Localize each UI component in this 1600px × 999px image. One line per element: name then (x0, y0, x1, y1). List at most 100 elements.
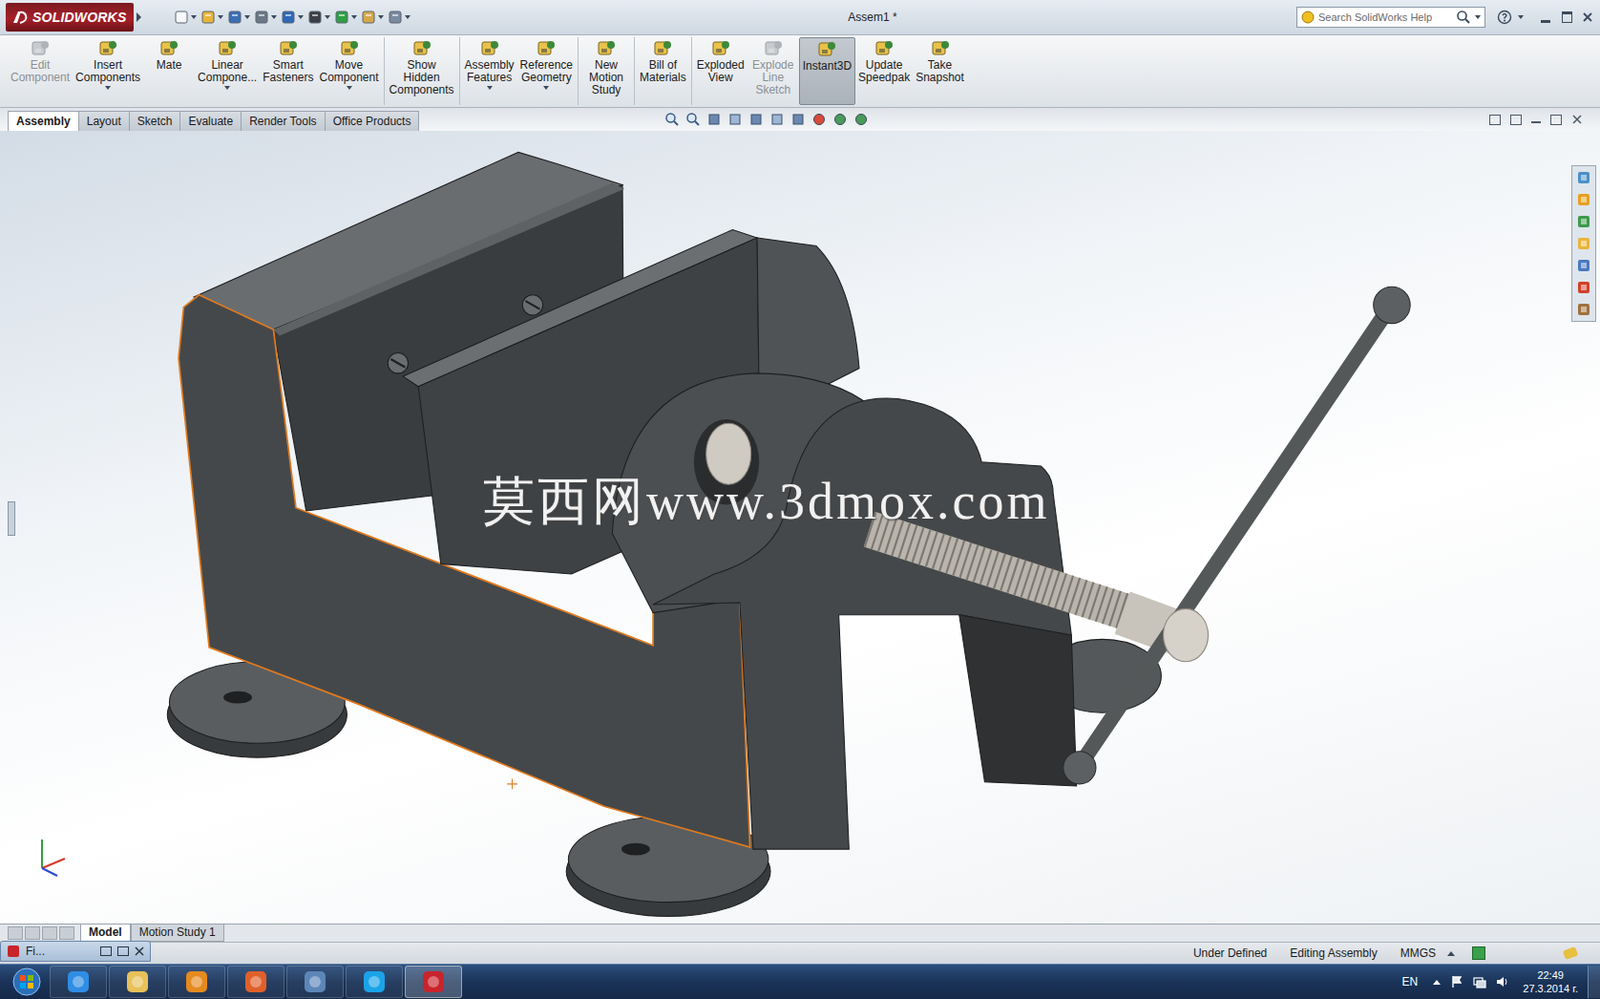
network-icon[interactable] (1473, 974, 1487, 989)
tab-scroll-button[interactable] (7, 926, 23, 940)
task-pane-tab[interactable] (1574, 211, 1594, 232)
tile-button[interactable] (1510, 114, 1522, 126)
quick-access-button[interactable] (253, 9, 277, 25)
language-indicator[interactable]: EN (1402, 974, 1419, 989)
ribbon-button[interactable]: ExplodedView (694, 37, 748, 106)
dropdown-caret[interactable] (217, 15, 224, 20)
task-pane-tab[interactable] (1574, 255, 1594, 275)
tab-scroll-button[interactable] (42, 926, 58, 940)
close-button[interactable] (1578, 8, 1597, 26)
command-tab[interactable]: Layout (78, 110, 130, 131)
ribbon-button[interactable]: ExplodeLineSketch (747, 37, 800, 106)
help-caret[interactable] (1517, 15, 1524, 20)
dropdown-caret[interactable] (346, 85, 353, 90)
zoom-area-icon[interactable] (685, 111, 701, 127)
handle-knob[interactable] (1373, 286, 1411, 323)
dropdown-caret[interactable] (324, 15, 331, 20)
show-hidden-icons[interactable] (1432, 979, 1441, 985)
handle-bar[interactable] (1079, 307, 1390, 766)
taskbar-button[interactable] (108, 965, 167, 998)
document-close-icon[interactable] (1571, 113, 1583, 126)
document-restore-button[interactable] (1550, 114, 1562, 126)
restore-button[interactable] (100, 946, 112, 956)
ribbon-button[interactable]: Instant3D (799, 37, 856, 106)
tab-scroll-button[interactable] (59, 926, 75, 940)
graphics-area[interactable]: 莫西网www.3dmox.com (0, 130, 1600, 924)
action-center-flag-icon[interactable] (1450, 974, 1464, 989)
ribbon-button[interactable]: EditComponent (7, 37, 73, 106)
help-search-field[interactable]: Search SolidWorks Help (1296, 6, 1486, 28)
clock[interactable]: 22:4927.3.2014 г. (1522, 968, 1579, 995)
task-pane-tab[interactable] (1574, 299, 1594, 319)
screw-head[interactable] (522, 294, 543, 316)
quick-tips-icon[interactable] (1472, 946, 1486, 960)
taskbar-button[interactable] (404, 965, 463, 998)
display-style-icon[interactable] (769, 111, 785, 127)
taskbar-button[interactable] (168, 965, 226, 998)
quick-access-button[interactable] (227, 9, 251, 25)
quick-access-button[interactable] (173, 9, 197, 25)
start-button[interactable] (5, 967, 48, 996)
restore-button[interactable] (1557, 8, 1576, 26)
ribbon-button[interactable]: NewMotionStudy (580, 37, 632, 106)
ribbon-button[interactable]: ShowHiddenComponents (386, 37, 458, 106)
search-caret[interactable] (1474, 15, 1481, 20)
taskbar-button[interactable] (345, 965, 403, 998)
panel-toggle[interactable] (7, 501, 16, 536)
close-icon[interactable] (134, 946, 145, 956)
rebuild-status-icon[interactable] (1562, 946, 1579, 960)
model-tab[interactable]: Model (80, 924, 131, 942)
view-settings-icon[interactable] (853, 111, 869, 127)
solidworks-logo[interactable]: SOLIDWORKS (5, 2, 134, 32)
dropdown-caret[interactable] (224, 85, 231, 90)
hide-show-icon[interactable] (790, 111, 806, 127)
quick-access-button[interactable] (334, 9, 358, 25)
ribbon-button[interactable]: ReferenceGeometry (517, 37, 576, 106)
command-tab[interactable]: Sketch (128, 110, 182, 131)
minimized-window[interactable]: Fi... (0, 940, 151, 962)
apply-scene-icon[interactable] (832, 111, 848, 127)
ribbon-button[interactable]: AssemblyFeatures (462, 37, 518, 106)
menu-caret[interactable] (136, 12, 142, 22)
dropdown-caret[interactable] (404, 15, 411, 20)
command-tab[interactable]: Assembly (7, 110, 80, 131)
task-pane-tab[interactable] (1574, 233, 1594, 253)
taskbar-button[interactable] (49, 965, 107, 998)
handle-knob[interactable] (1063, 751, 1096, 784)
task-pane-tab[interactable] (1574, 189, 1594, 210)
ribbon-button[interactable]: Mate (143, 37, 195, 106)
units-menu-arrow[interactable] (1447, 950, 1455, 956)
front-arch-side[interactable] (959, 614, 1077, 786)
dropdown-caret[interactable] (297, 15, 304, 20)
ribbon-button[interactable]: TakeSnapshot (912, 37, 968, 106)
ribbon-button[interactable]: UpdateSpeedpak (855, 37, 913, 106)
command-tab[interactable]: Render Tools (240, 110, 326, 131)
dropdown-caret[interactable] (244, 15, 251, 20)
ribbon-button[interactable]: Bill ofMaterials (636, 37, 690, 106)
taskbar-button[interactable] (227, 965, 285, 998)
help-icon[interactable] (1496, 9, 1513, 25)
dropdown-caret[interactable] (105, 85, 111, 90)
dropdown-caret[interactable] (271, 15, 277, 20)
model-tab[interactable]: Motion Study 1 (130, 924, 225, 942)
zoom-fit-icon[interactable] (664, 111, 680, 127)
dropdown-caret[interactable] (378, 15, 384, 20)
dropdown-caret[interactable] (486, 85, 493, 90)
minimize-button[interactable] (1536, 8, 1555, 26)
lead-screw[interactable] (869, 528, 1136, 615)
ribbon-button[interactable]: LinearCompone... (194, 37, 260, 106)
ribbon-button[interactable]: InsertComponents (72, 37, 144, 106)
show-desktop-button[interactable] (1587, 965, 1600, 998)
ribbon-button[interactable]: MoveComponent (316, 37, 382, 106)
section-view-icon[interactable] (727, 111, 743, 127)
quick-access-button[interactable] (200, 9, 224, 25)
command-tab[interactable]: Evaluate (179, 110, 242, 131)
magnifier-icon[interactable] (1455, 9, 1472, 25)
quick-access-button[interactable] (360, 9, 384, 25)
dropdown-caret[interactable] (190, 15, 197, 20)
task-pane-tab[interactable] (1574, 168, 1594, 188)
previous-view-icon[interactable] (706, 111, 722, 127)
maximize-button[interactable] (117, 946, 129, 956)
command-tab[interactable]: Office Products (324, 110, 421, 131)
tile-button[interactable] (1489, 114, 1501, 126)
